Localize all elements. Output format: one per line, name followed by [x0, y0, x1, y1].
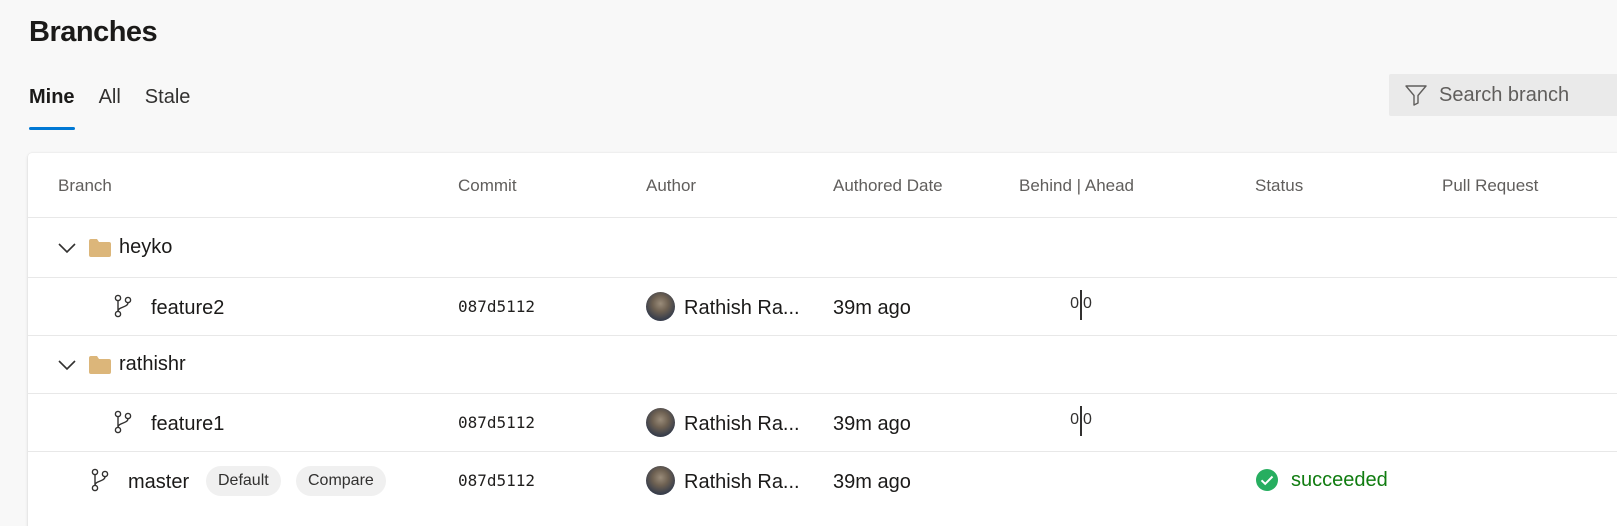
status-text: succeeded [1291, 468, 1388, 491]
column-header-author[interactable]: Author [646, 176, 696, 196]
branch-row-master[interactable]: master Default Compare 087d5112 Rathish … [28, 452, 1617, 512]
group-name: heyko [119, 236, 173, 258]
default-badge: Default [206, 466, 281, 496]
authored-date: 39m ago [833, 471, 911, 493]
column-header-behind-ahead[interactable]: Behind | Ahead [1019, 176, 1134, 196]
build-status[interactable]: succeeded [1255, 468, 1388, 492]
behind-ahead: 0 0 [1053, 406, 1133, 436]
author-name: Rathish Ra... [684, 297, 800, 319]
author-name: Rathish Ra... [684, 471, 800, 493]
git-branch-icon [91, 468, 109, 492]
commit-id[interactable]: 087d5112 [458, 471, 535, 490]
column-header-status[interactable]: Status [1255, 176, 1303, 196]
behind-count: 0 [1070, 411, 1079, 428]
column-header-authored-date[interactable]: Authored Date [833, 176, 943, 196]
group-row-rathishr[interactable]: rathishr [28, 336, 1617, 394]
author-name: Rathish Ra... [684, 413, 800, 435]
behind-count: 0 [1070, 295, 1079, 312]
authored-date: 39m ago [833, 413, 911, 435]
authored-date: 39m ago [833, 297, 911, 319]
page-title: Branches [29, 16, 158, 48]
search-box[interactable] [1389, 74, 1617, 116]
check-circle-icon [1256, 469, 1278, 491]
filter-icon [1404, 82, 1429, 108]
git-branch-icon [114, 294, 132, 318]
branch-name[interactable]: feature1 [151, 413, 224, 436]
search-input[interactable] [1439, 83, 1617, 107]
branch-name[interactable]: master [128, 471, 189, 494]
chevron-down-icon[interactable] [55, 236, 79, 260]
chevron-down-icon[interactable] [55, 353, 79, 377]
tab-all[interactable]: All [99, 84, 121, 130]
avatar [646, 292, 675, 321]
branches-table: Branch Commit Author Authored Date Behin… [28, 153, 1617, 526]
tab-list: Mine All Stale [29, 84, 214, 130]
branch-row-feature1[interactable]: feature1 087d5112 Rathish Ra... 39m ago … [28, 394, 1617, 452]
column-header-pull-request[interactable]: Pull Request [1442, 176, 1538, 196]
folder-icon [89, 356, 111, 374]
table-header: Branch Commit Author Authored Date Behin… [28, 153, 1617, 218]
tab-stale[interactable]: Stale [145, 84, 191, 130]
column-header-branch[interactable]: Branch [58, 176, 112, 196]
avatar [646, 408, 675, 437]
ahead-count: 0 [1083, 411, 1092, 428]
branch-row-feature2[interactable]: feature2 087d5112 Rathish Ra... 39m ago … [28, 278, 1617, 336]
behind-ahead-divider [1080, 406, 1082, 436]
behind-ahead-divider [1080, 290, 1082, 320]
folder-icon [89, 239, 111, 257]
commit-id[interactable]: 087d5112 [458, 413, 535, 432]
compare-badge[interactable]: Compare [296, 466, 386, 496]
avatar [646, 466, 675, 495]
tab-mine[interactable]: Mine [29, 84, 75, 130]
behind-ahead: 0 0 [1053, 290, 1133, 320]
column-header-commit[interactable]: Commit [458, 176, 517, 196]
commit-id[interactable]: 087d5112 [458, 297, 535, 316]
ahead-count: 0 [1083, 295, 1092, 312]
group-name: rathishr [119, 353, 186, 375]
branch-name[interactable]: feature2 [151, 297, 224, 320]
git-branch-icon [114, 410, 132, 434]
group-row-heyko[interactable]: heyko [28, 218, 1617, 278]
